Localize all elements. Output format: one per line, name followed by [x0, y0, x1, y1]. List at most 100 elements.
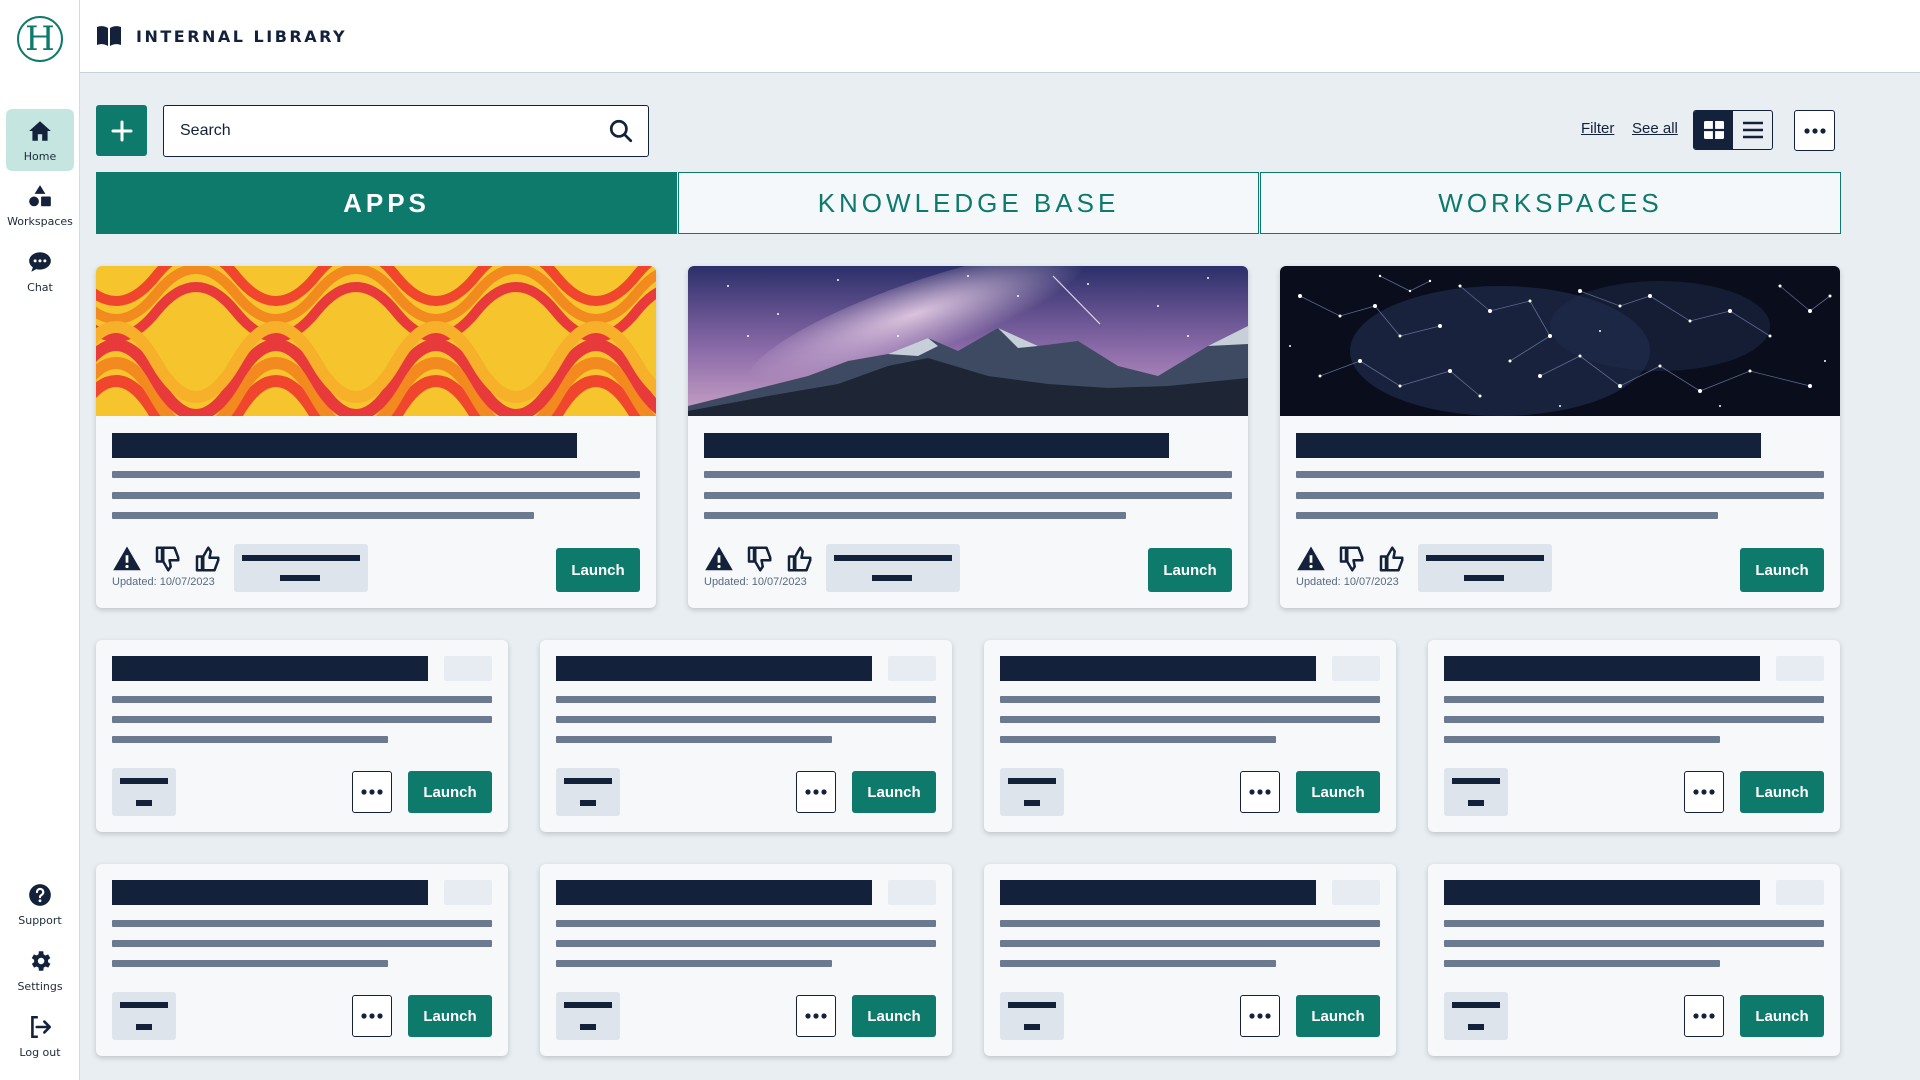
sidebar-item-label: Chat — [27, 280, 53, 294]
card-badge-placeholder — [444, 880, 492, 905]
card-title-placeholder — [1000, 656, 1316, 681]
thumbs-down-icon[interactable] — [1336, 544, 1366, 574]
see-all-link[interactable]: See all — [1632, 120, 1678, 137]
updated-date: Updated: 10/07/2023 — [704, 576, 807, 588]
thumbs-down-icon[interactable] — [152, 544, 182, 574]
card-more-button[interactable] — [796, 995, 836, 1037]
card-text-placeholder — [112, 736, 388, 743]
more-options-button[interactable] — [1794, 110, 1835, 151]
card-text-placeholder — [1444, 736, 1720, 743]
card-tag-placeholder — [556, 992, 620, 1040]
launch-button[interactable]: Launch — [408, 771, 492, 813]
card-tag-placeholder — [112, 768, 176, 816]
sidebar-item-label: Settings — [17, 979, 63, 993]
ellipsis-icon — [1249, 1013, 1271, 1019]
card-more-button[interactable] — [352, 995, 392, 1037]
app-card: Launch — [1428, 640, 1840, 832]
launch-button[interactable]: Launch — [1740, 548, 1824, 592]
card-text-placeholder — [556, 716, 936, 723]
grid-view-button[interactable] — [1694, 111, 1733, 149]
tab-knowledge-base[interactable]: KNOWLEDGE BASE — [678, 172, 1259, 234]
card-title-placeholder — [1296, 433, 1761, 458]
search-box — [163, 105, 649, 157]
card-text-placeholder — [1000, 736, 1276, 743]
ellipsis-icon — [1693, 1013, 1715, 1019]
search-icon[interactable] — [608, 118, 634, 144]
card-badge-placeholder — [1332, 656, 1380, 681]
add-button[interactable] — [96, 105, 147, 156]
card-image-retro-pattern — [96, 266, 656, 416]
chat-icon — [29, 251, 51, 272]
launch-button[interactable]: Launch — [1740, 995, 1824, 1037]
launch-button[interactable]: Launch — [1296, 995, 1380, 1037]
sidebar-item-label: Log out — [19, 1045, 61, 1059]
card-more-button[interactable] — [352, 771, 392, 813]
card-title-placeholder — [112, 433, 577, 458]
card-text-placeholder — [1000, 696, 1380, 703]
ellipsis-icon — [1693, 789, 1715, 795]
sidebar-item-logout[interactable]: Log out — [6, 1005, 74, 1067]
search-input[interactable] — [180, 122, 608, 140]
card-more-button[interactable] — [1240, 995, 1280, 1037]
filter-link[interactable]: Filter — [1581, 120, 1614, 137]
warning-icon[interactable] — [112, 544, 142, 574]
card-text-placeholder — [112, 471, 640, 478]
card-title-placeholder — [112, 880, 428, 905]
launch-button[interactable]: Launch — [1740, 771, 1824, 813]
thumbs-down-icon[interactable] — [744, 544, 774, 574]
card-tag-placeholder — [1444, 768, 1508, 816]
card-feedback-icons — [1296, 544, 1406, 574]
updated-date: Updated: 10/07/2023 — [112, 576, 215, 588]
sidebar-item-home[interactable]: Home — [6, 109, 74, 171]
card-badge-placeholder — [888, 656, 936, 681]
card-text-placeholder — [112, 920, 492, 927]
card-title-placeholder — [1000, 880, 1316, 905]
app-card: Launch — [96, 864, 508, 1056]
sidebar-item-workspaces[interactable]: Workspaces — [6, 174, 74, 236]
card-text-placeholder — [1444, 940, 1824, 947]
thumbs-up-icon[interactable] — [784, 544, 814, 574]
sidebar-item-label: Support — [18, 913, 62, 927]
card-tag-placeholder — [1000, 768, 1064, 816]
card-more-button[interactable] — [1684, 771, 1724, 813]
featured-card: Updated: 10/07/2023 Launch — [96, 266, 656, 608]
card-badge-placeholder — [1776, 656, 1824, 681]
launch-button[interactable]: Launch — [1296, 771, 1380, 813]
sidebar-item-settings[interactable]: Settings — [6, 939, 74, 1001]
app-logo[interactable]: H — [17, 16, 63, 62]
warning-icon[interactable] — [704, 544, 734, 574]
card-feedback-icons — [704, 544, 814, 574]
tab-workspaces[interactable]: WORKSPACES — [1260, 172, 1841, 234]
card-more-button[interactable] — [1240, 771, 1280, 813]
launch-button[interactable]: Launch — [852, 771, 936, 813]
card-tag-placeholder — [1444, 992, 1508, 1040]
sidebar-item-label: Workspaces — [7, 214, 73, 228]
card-feedback-icons — [112, 544, 222, 574]
sidebar-item-support[interactable]: Support — [6, 873, 74, 935]
card-text-placeholder — [112, 492, 640, 499]
help-icon — [29, 883, 51, 906]
shapes-icon — [29, 184, 51, 206]
card-badge-placeholder — [1776, 880, 1824, 905]
thumbs-up-icon[interactable] — [1376, 544, 1406, 574]
card-text-placeholder — [1000, 920, 1380, 927]
card-text-placeholder — [556, 696, 936, 703]
launch-button[interactable]: Launch — [556, 548, 640, 592]
launch-button[interactable]: Launch — [852, 995, 936, 1037]
view-toggle — [1693, 110, 1773, 150]
app-card: Launch — [984, 640, 1396, 832]
warning-icon[interactable] — [1296, 544, 1326, 574]
card-title-placeholder — [112, 656, 428, 681]
grid-icon — [1703, 121, 1724, 139]
list-view-button[interactable] — [1733, 111, 1772, 149]
card-title-placeholder — [704, 433, 1169, 458]
launch-button[interactable]: Launch — [1148, 548, 1232, 592]
updated-date: Updated: 10/07/2023 — [1296, 576, 1399, 588]
page-title: INTERNAL LIBRARY — [136, 26, 348, 46]
card-more-button[interactable] — [1684, 995, 1724, 1037]
thumbs-up-icon[interactable] — [192, 544, 222, 574]
tab-apps[interactable]: APPS — [96, 172, 677, 234]
launch-button[interactable]: Launch — [408, 995, 492, 1037]
sidebar-item-chat[interactable]: Chat — [6, 240, 74, 302]
card-more-button[interactable] — [796, 771, 836, 813]
